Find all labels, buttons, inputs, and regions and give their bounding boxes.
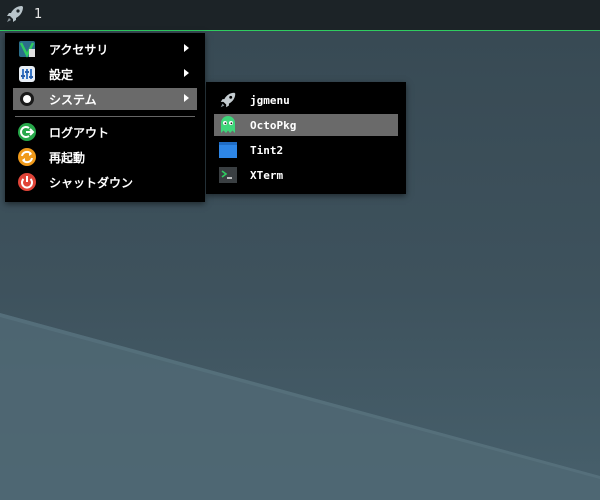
menu-item-accessories[interactable]: アクセサリ: [13, 38, 197, 60]
logout-icon: [17, 122, 37, 142]
menu-item-label: 設定: [49, 67, 74, 82]
submenu-arrow-icon: [184, 44, 189, 52]
submenu-item-label: Tint2: [250, 143, 284, 157]
submenu-item-label: OctoPkg: [250, 118, 297, 132]
rocket-icon[interactable]: [4, 3, 26, 25]
menu-item-label: システム: [49, 92, 97, 107]
menu-item-restart[interactable]: 再起動: [13, 146, 197, 168]
tint2-icon: [218, 140, 238, 160]
octopkg-icon: [218, 115, 238, 135]
top-panel: 1: [0, 0, 600, 31]
submenu-item-xterm[interactable]: XTerm: [214, 164, 398, 186]
menu-separator: [15, 116, 195, 117]
submenu-arrow-icon: [184, 69, 189, 77]
menu-item-logout[interactable]: ログアウト: [13, 121, 197, 143]
menu-item-label: アクセサリ: [49, 42, 109, 57]
menu-item-label: ログアウト: [49, 125, 110, 140]
submenu-item-octopkg[interactable]: OctoPkg: [214, 114, 398, 136]
main-menu: アクセサリ 設定 システム ログアウト 再起動 シャットダウン: [5, 33, 205, 202]
system-icon: [17, 89, 37, 109]
menu-item-shutdown[interactable]: シャットダウン: [13, 171, 197, 193]
menu-item-label: 再起動: [49, 150, 86, 165]
terminal-icon: [218, 165, 238, 185]
submenu-arrow-icon: [184, 94, 189, 102]
menu-item-settings[interactable]: 設定: [13, 63, 197, 85]
menu-item-system[interactable]: システム: [13, 88, 197, 110]
settings-icon: [17, 64, 37, 84]
restart-icon: [17, 147, 37, 167]
accessories-icon: [17, 39, 37, 59]
submenu-item-tint2[interactable]: Tint2: [214, 139, 398, 161]
submenu-item-jgmenu[interactable]: jgmenu: [214, 89, 398, 111]
rocket-icon: [218, 90, 238, 110]
menu-item-label: シャットダウン: [49, 175, 134, 190]
submenu-item-label: XTerm: [250, 168, 284, 182]
submenu-item-label: jgmenu: [250, 93, 290, 107]
workspace-indicator[interactable]: 1: [34, 7, 42, 22]
shutdown-icon: [17, 172, 37, 192]
system-submenu: jgmenu OctoPkg Tint2 XTerm: [206, 82, 406, 194]
